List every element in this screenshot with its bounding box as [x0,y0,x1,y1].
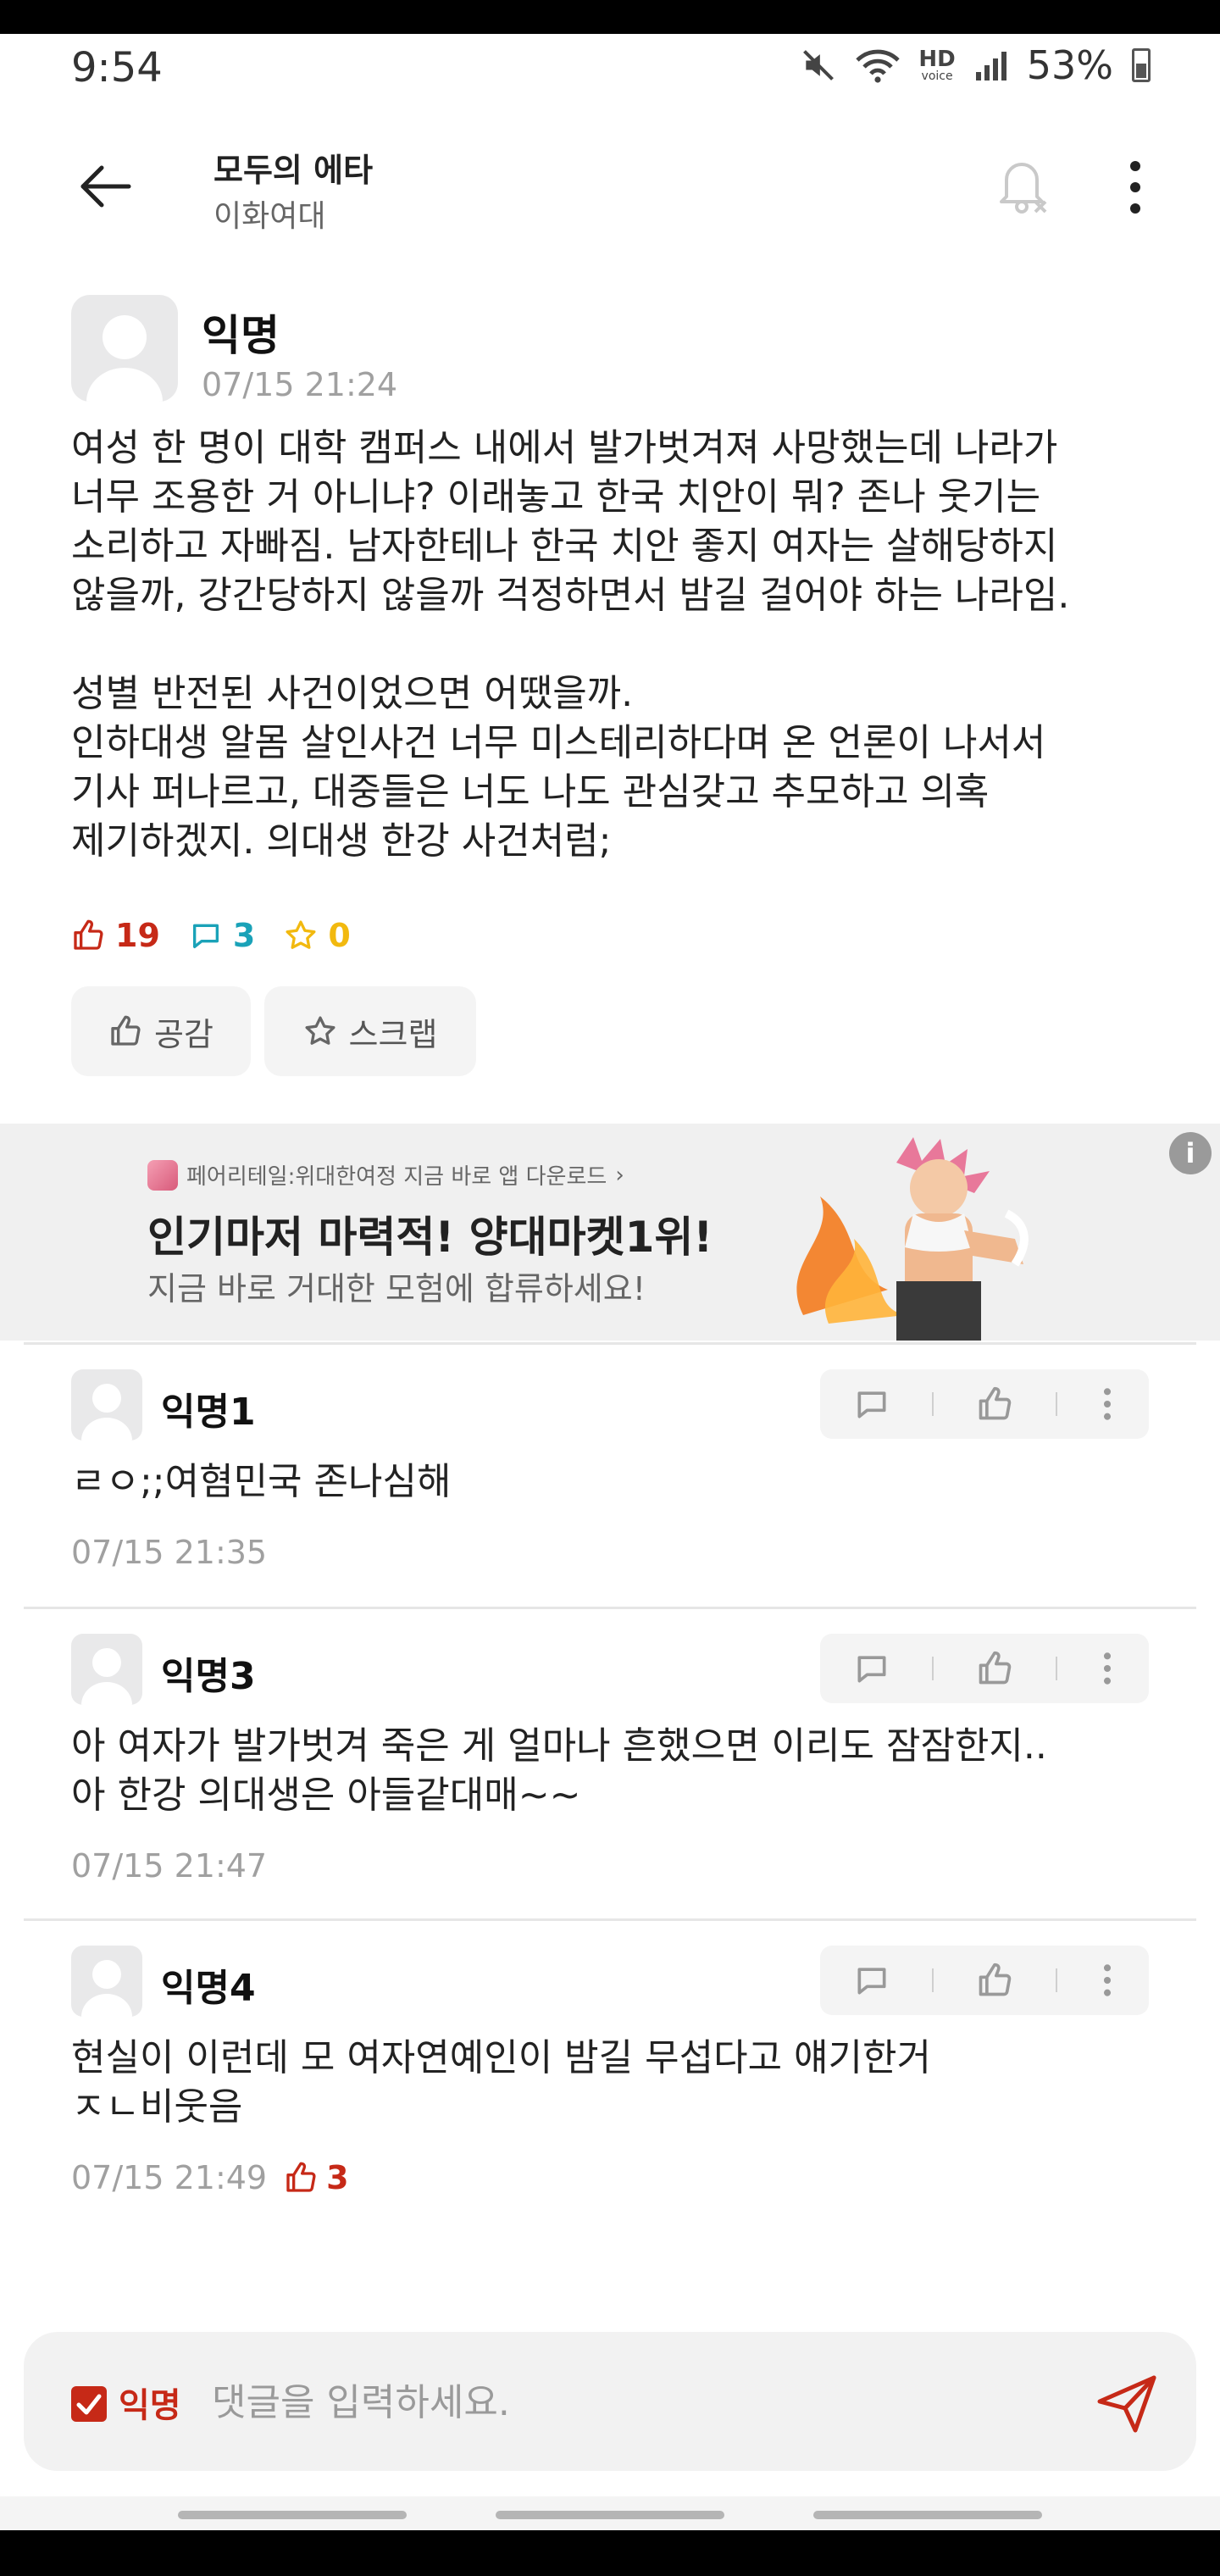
check-icon [76,2394,102,2415]
comment-actions [820,1946,1149,2015]
more-menu-icon[interactable] [1118,158,1152,217]
more-menu-icon[interactable] [1099,1962,1116,1999]
comment-bubble-icon [192,924,219,948]
comment-author: 익명1 [161,1391,256,1434]
comment-timestamp: 07/15 21:47 [71,1847,268,1885]
chevron-right-icon: › [615,1162,624,1188]
ad-character-image [796,1137,1029,1341]
comment-text: 현실이 이런데 모 여자연예인이 밤길 무섭다고 얘기한거 ㅈㄴ비웃음 [71,2036,931,2129]
thumbs-up-icon[interactable] [976,1385,1013,1423]
comment-meta: 07/15 21:49 3 [71,2159,349,2196]
comment-timestamp: 07/15 21:35 [71,1534,268,1571]
comment-timestamp: 07/15 21:49 [71,2159,268,2196]
comment-like-value: 3 [326,2159,349,2196]
divider [24,1342,1196,1345]
scrap-button-label: 스크랩 [348,1015,438,1053]
comment-author: 익명4 [161,1967,256,2010]
separator [1055,1392,1057,1416]
like-count: 19 [71,917,160,954]
ad-description: 지금 바로 거대한 모험에 합류하세요! [147,1270,646,1307]
more-menu-icon[interactable] [1099,1385,1116,1423]
like-button-label: 공감 [154,1015,214,1053]
send-icon[interactable] [1093,2369,1161,2437]
default-avatar-icon [86,315,163,402]
battery-icon [1132,48,1151,82]
comment-input[interactable] [212,2364,1059,2440]
reply-icon[interactable] [853,1650,890,1687]
ad-title: 인기마저 마력적! 양대마켓1위! [147,1213,713,1262]
nav-home-handle[interactable] [496,2511,724,2519]
like-button[interactable]: 공감 [71,986,251,1076]
signal-icon [975,52,1006,80]
comment-text: ㄹㅇ;;여혐민국 존나심해 [71,1460,452,1503]
separator [932,1657,934,1680]
nav-recents-handle[interactable] [178,2511,407,2519]
thumbs-up-icon [74,919,103,950]
scrap-count-value: 0 [328,917,351,954]
divider [24,1918,1196,1921]
reply-icon[interactable] [853,1385,890,1423]
anonymous-checkbox[interactable] [71,2386,107,2422]
hd-voice-icon: HD voice [918,48,955,82]
reply-icon[interactable] [853,1962,890,1999]
post-body: 여성 한 명이 대학 캠퍼스 내에서 발가벗겨져 사망했는데 나라가 너무 조용… [71,426,1070,863]
comment-text: 아 여자가 발가벗겨 죽은 게 얼마나 흔했으면 이리도 잠잠한지.. 아 한강… [71,1724,1047,1817]
nav-back-handle[interactable] [813,2511,1042,2519]
separator [1055,1657,1057,1680]
post-author: 익명 [202,311,280,360]
separator [1055,1968,1057,1992]
hd-label: HD [918,47,956,72]
comment-like-count: 3 [284,2159,349,2196]
ad-sponsor[interactable]: 페어리테일:위대한여정 지금 바로 앱 다운로드 › [147,1159,624,1191]
divider [24,1607,1196,1609]
scrap-button[interactable]: 스크랩 [264,986,476,1076]
thumbs-up-icon [111,1015,141,1046]
thumbs-up-icon[interactable] [976,1650,1013,1687]
comment-actions [820,1369,1149,1439]
app-icon [147,1159,178,1191]
comment-avatar [71,1634,142,1705]
separator [932,1968,934,1992]
back-arrow-icon[interactable] [76,161,136,212]
status-icons: HD voice 53% [800,42,1151,88]
post-stats: 19 3 0 [71,917,351,954]
more-menu-icon[interactable] [1099,1650,1116,1687]
separator [932,1392,934,1416]
thumbs-up-icon[interactable] [976,1962,1013,1999]
default-avatar-icon [81,1648,132,1705]
comment-avatar [71,1369,142,1441]
anonymous-label[interactable]: 익명 [119,2378,181,2427]
scrap-count: 0 [284,917,351,954]
comment-author: 익명3 [161,1655,256,1698]
notification-off-bell-icon[interactable] [991,153,1052,220]
default-avatar-icon [81,1384,132,1441]
star-icon [305,1016,336,1045]
thumbs-up-icon [286,2162,316,2192]
screen-bottom-edge [0,2530,1220,2576]
wifi-icon [856,49,901,83]
status-bar-top-edge [0,0,1220,34]
battery-percent: 53% [1026,42,1113,88]
like-count-value: 19 [115,917,160,954]
comment-count-value: 3 [232,917,256,954]
comment-avatar [71,1946,142,2017]
mute-icon [803,50,835,80]
ad-info-icon[interactable]: i [1169,1132,1212,1174]
comment-actions [820,1634,1149,1703]
board-title: 모두의 에타 [214,152,374,189]
comment-count: 3 [189,917,255,954]
post-timestamp: 07/15 21:24 [202,366,398,403]
ad-sponsor-text: 페어리테일:위대한여정 지금 바로 앱 다운로드 [186,1164,607,1190]
post-author-avatar [71,295,178,402]
default-avatar-icon [81,1960,132,2017]
voice-label: voice [921,69,953,83]
school-name: 이화여대 [214,199,326,234]
status-time: 9:54 [71,44,163,92]
star-icon [286,920,316,949]
